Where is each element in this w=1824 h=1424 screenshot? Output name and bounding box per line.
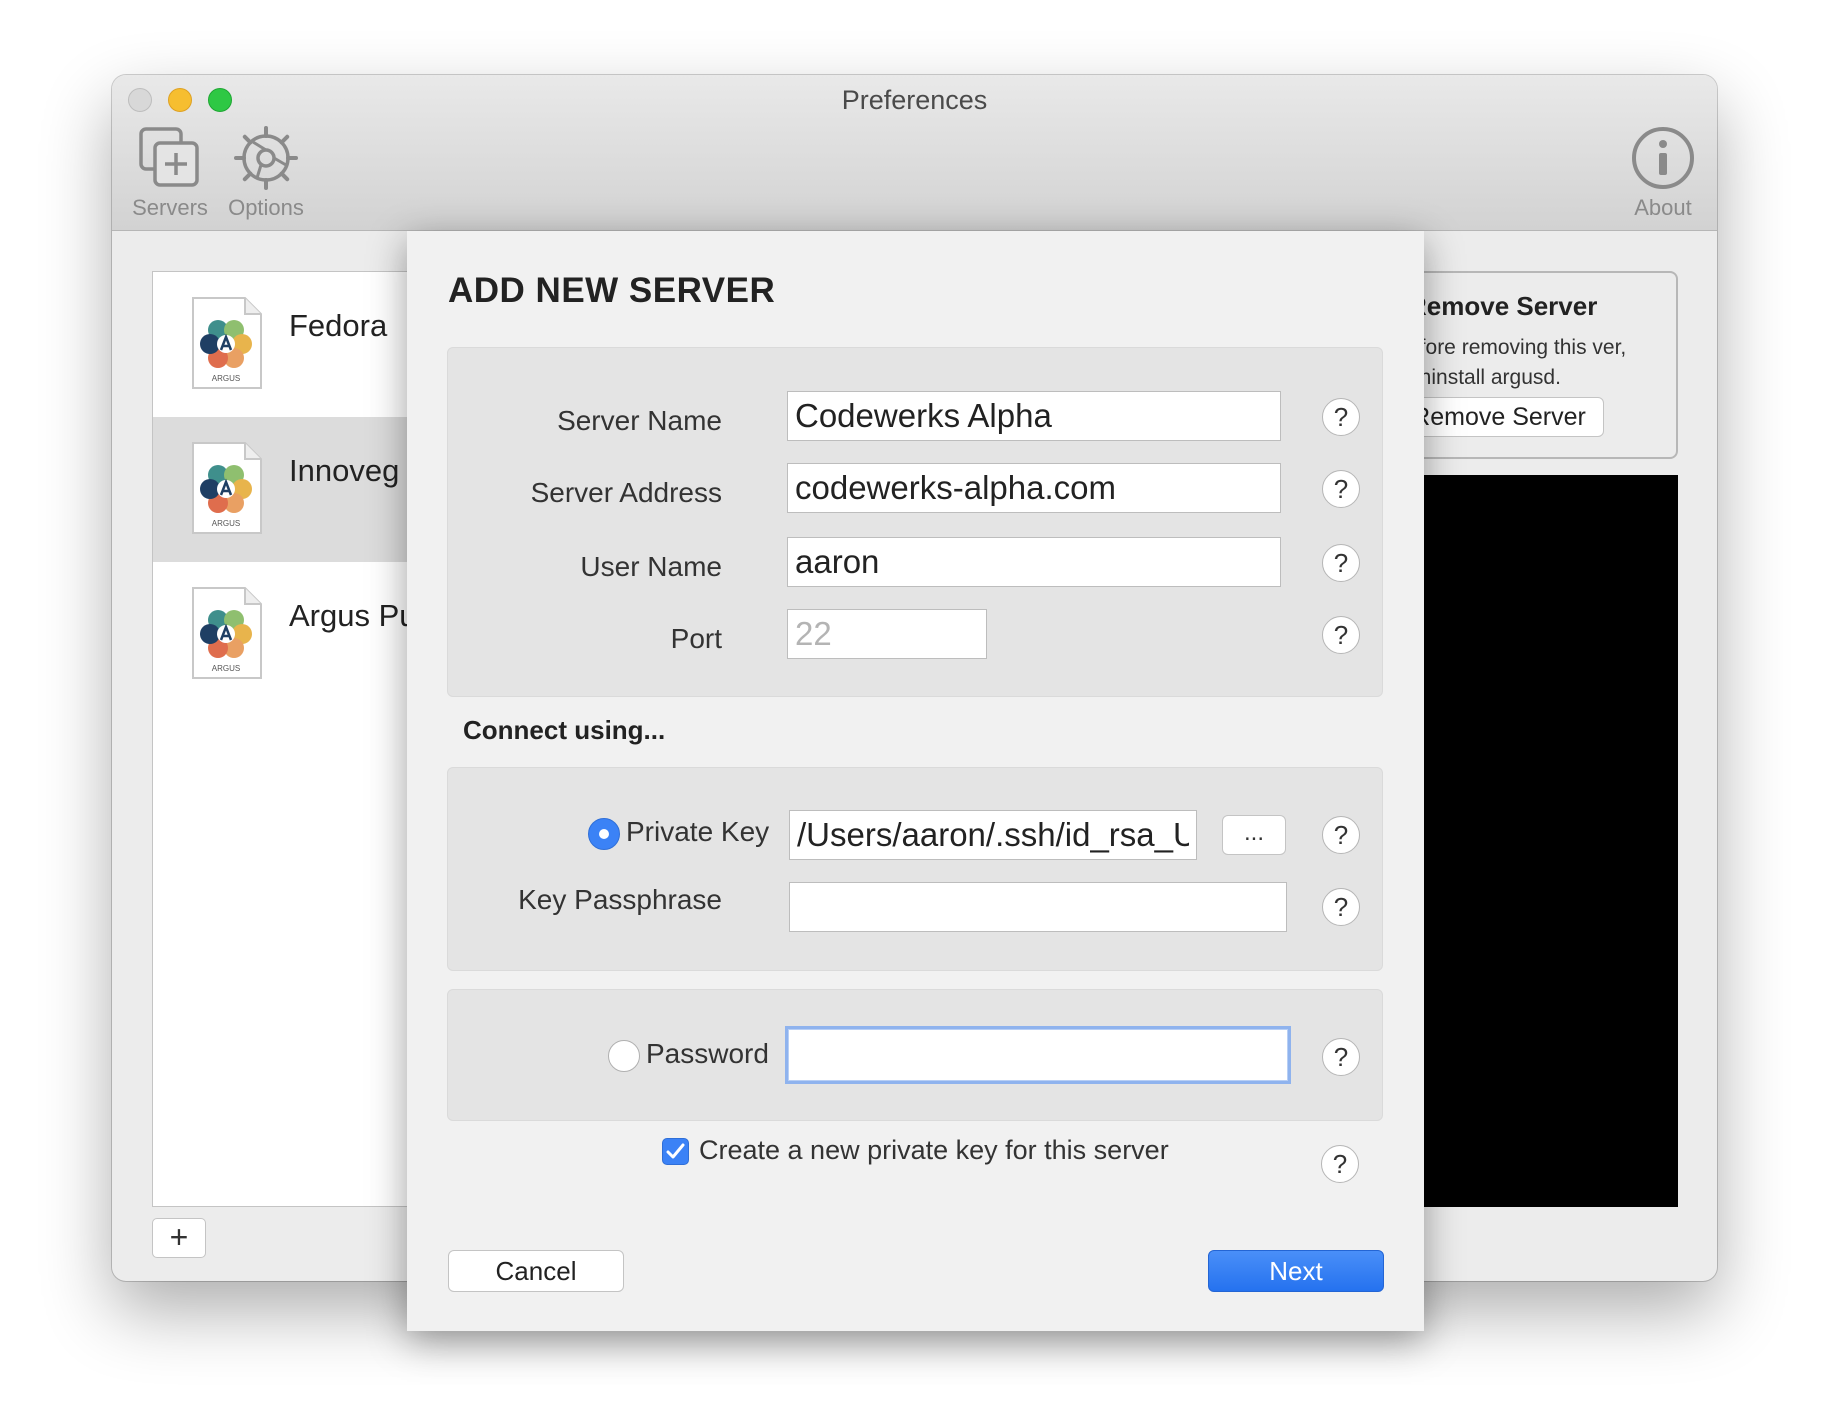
password-group: Password ? (447, 989, 1383, 1121)
private-key-radio[interactable] (588, 818, 620, 850)
user-name-help-button[interactable]: ? (1322, 544, 1360, 582)
sheet-title: ADD NEW SERVER (448, 271, 776, 310)
server-address-help-button[interactable]: ? (1322, 470, 1360, 508)
port-input[interactable] (787, 609, 987, 659)
server-name: Argus Pu (289, 598, 417, 633)
argus-icon-label: ARGUS (212, 664, 240, 673)
password-help-button[interactable]: ? (1322, 1038, 1360, 1076)
argus-icon-label: ARGUS (212, 374, 240, 383)
cancel-button[interactable]: Cancel (448, 1250, 624, 1292)
toolbar-options-button[interactable]: Options (220, 125, 312, 221)
server-address-label: Server Address (530, 477, 722, 508)
info-icon (1632, 127, 1694, 189)
argus-document-icon: ARGUS (192, 587, 262, 679)
port-help-button[interactable]: ? (1322, 616, 1360, 654)
remove-server-title: Remove Server (1408, 291, 1598, 321)
password-input[interactable] (785, 1026, 1291, 1084)
toolbar-servers-button[interactable]: Servers (124, 125, 216, 221)
key-passphrase-input[interactable] (789, 882, 1287, 932)
user-name-label: User Name (580, 551, 722, 582)
remove-server-box: Remove Server efore removing this ver, u… (1394, 271, 1678, 459)
next-button[interactable]: Next (1208, 1250, 1384, 1292)
toolbar-about-label: About (1634, 195, 1692, 220)
private-key-help-button[interactable]: ? (1322, 816, 1360, 854)
connect-using-label: Connect using... (463, 715, 666, 745)
key-passphrase-help-button[interactable]: ? (1322, 888, 1360, 926)
private-key-label: Private Key (626, 816, 770, 847)
toolbar-options-label: Options (228, 195, 304, 220)
argus-icon-label: ARGUS (212, 519, 240, 528)
browse-key-button[interactable]: ... (1222, 815, 1286, 855)
server-address-input[interactable] (787, 463, 1281, 513)
port-label: Port (670, 623, 722, 654)
server-name: Innoveg (289, 453, 400, 488)
remove-server-description: efore removing this ver, uninstall argus… (1408, 336, 1627, 389)
argus-document-icon: ARGUS (192, 442, 262, 534)
create-key-help-button[interactable]: ? (1321, 1145, 1359, 1183)
add-server-button[interactable]: + (152, 1218, 206, 1258)
private-key-path-input[interactable] (789, 810, 1197, 860)
password-label: Password (646, 1038, 769, 1069)
checkmark-icon (666, 1143, 685, 1159)
remove-server-button[interactable]: Remove Server (1394, 397, 1604, 437)
create-key-checkbox[interactable] (662, 1138, 689, 1165)
title-bar: Preferences Servers Options About (112, 75, 1717, 231)
key-passphrase-label: Key Passphrase (518, 884, 722, 915)
user-name-input[interactable] (787, 537, 1281, 587)
server-detail-panel (1412, 475, 1678, 1207)
toolbar-servers-label: Servers (132, 195, 208, 220)
server-details-group: Server Name ? Server Address ? User Name… (447, 347, 1383, 697)
server-name-label: Server Name (557, 405, 722, 436)
toolbar-about-button[interactable]: About (1621, 125, 1705, 221)
private-key-group: Private Key ... ? Key Passphrase ? (447, 767, 1383, 971)
server-name: Fedora (289, 308, 388, 343)
argus-document-icon: ARGUS (192, 297, 262, 389)
gear-icon (234, 126, 298, 190)
server-name-help-button[interactable]: ? (1322, 398, 1360, 436)
server-name-input[interactable] (787, 391, 1281, 441)
password-radio[interactable] (608, 1040, 640, 1072)
add-server-sheet: ADD NEW SERVER Server Name ? Server Addr… (407, 231, 1424, 1331)
create-key-label: Create a new private key for this server (699, 1135, 1169, 1165)
window-title: Preferences (841, 85, 988, 115)
add-server-icon (139, 127, 199, 187)
